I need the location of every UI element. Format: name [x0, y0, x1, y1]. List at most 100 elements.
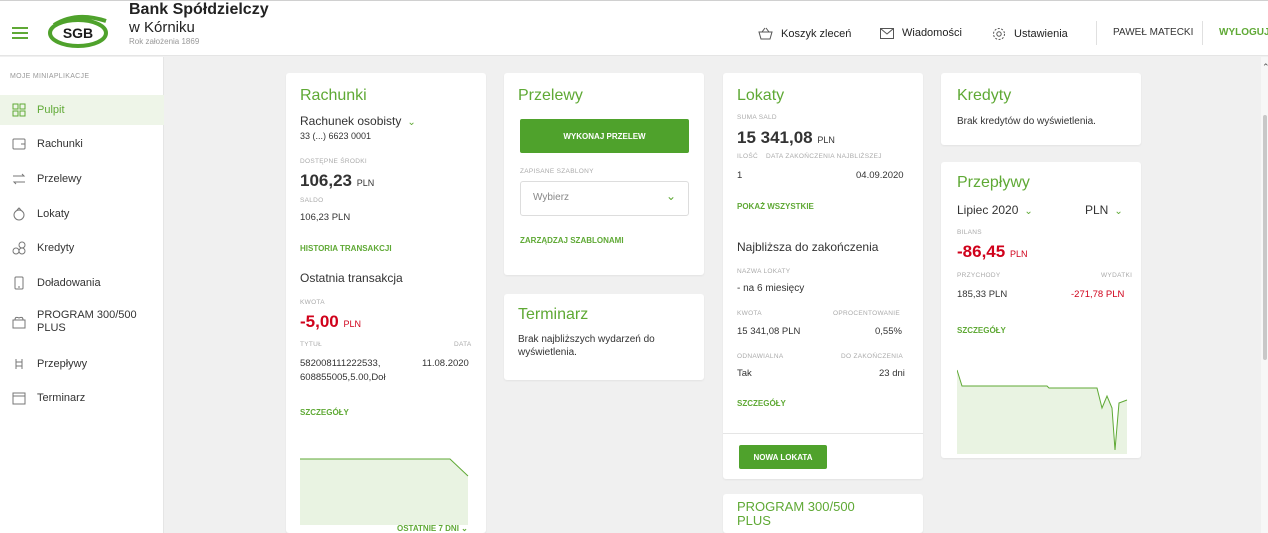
settings-link[interactable]: Ustawienia: [992, 27, 1068, 41]
sidebar-item-label: Pulpit: [37, 103, 65, 116]
sidebar-item-przeplywy[interactable]: Przepływy: [0, 349, 164, 379]
deposits-title: Lokaty: [737, 87, 785, 104]
cart-link[interactable]: Koszyk zleceń: [758, 27, 851, 40]
details-link[interactable]: SZCZEGÓŁY: [300, 408, 349, 417]
flows-details-link[interactable]: SZCZEGÓŁY: [957, 326, 1006, 335]
month-select[interactable]: Lipiec 2020 ⌄: [957, 203, 1033, 217]
new-deposit-button[interactable]: NOWA LOKATA: [739, 445, 827, 469]
logout-button[interactable]: WYLOGUJ: [1219, 27, 1268, 38]
program-title: PROGRAM 300/500 PLUS: [737, 499, 855, 528]
calendar-card: Terminarz Brak najbliższych wydarzeń do …: [504, 294, 704, 380]
account-name-select[interactable]: Rachunek osobisty ⌄: [300, 114, 416, 128]
sidebar-item-kredyty[interactable]: Kredyty: [0, 233, 164, 263]
renewable-label: ODNAWIALNA: [737, 353, 784, 360]
header-divider: [1202, 21, 1203, 45]
history-link[interactable]: HISTORIA TRANSAKCJI: [300, 244, 392, 253]
chevron-down-icon: ⌄: [665, 189, 676, 203]
menu-icon[interactable]: [12, 27, 28, 39]
sidebar-item-label: Rachunki: [37, 137, 83, 150]
accounts-card: Rachunki Rachunek osobisty ⌄ 33 (...) 662…: [286, 73, 486, 533]
sidebar-item-przelewy[interactable]: Przelewy: [0, 164, 164, 194]
dashboard-icon: [12, 103, 26, 117]
flows-card: Przepływy Lipiec 2020 ⌄ PLN ⌄ BILANS -86,4…: [941, 162, 1141, 458]
deposit-rate-label: OPROCENTOWANIE: [833, 310, 901, 317]
balance-label: SALDO: [300, 197, 324, 204]
sgb-logo[interactable]: SGB: [46, 13, 110, 49]
deposit-details-link[interactable]: SZCZEGÓŁY: [737, 399, 786, 408]
settings-label: Ustawienia: [1014, 28, 1068, 40]
card-divider: [723, 433, 923, 434]
calendar-empty-text: wyświetlenia.: [518, 347, 577, 358]
credits-title: Kredyty: [957, 87, 1012, 104]
template-select[interactable]: Wybierz ⌄: [520, 181, 689, 216]
sidebar-item-lokaty[interactable]: Lokaty: [0, 199, 164, 229]
sidebar-item-pulpit[interactable]: Pulpit: [0, 95, 164, 125]
calendar-icon: [12, 392, 26, 405]
bank-founding-year: Rok założenia 1869: [129, 37, 200, 46]
deposit-amount-value: 15 341,08 PLN: [737, 326, 801, 337]
chevron-down-icon: ⌄: [407, 117, 416, 128]
user-name: PAWEŁ MATECKI: [1113, 27, 1194, 38]
amount-label: KWOTA: [300, 299, 325, 306]
flows-balance-label: BILANS: [957, 229, 982, 236]
transaction-title: 582008111222533,: [300, 358, 381, 369]
execute-transfer-button[interactable]: WYKONAJ PRZELEW: [520, 119, 689, 153]
transfers-title: Przelewy: [518, 87, 583, 104]
show-all-link[interactable]: POKAŻ WSZYSTKIE: [737, 202, 814, 211]
accounts-title: Rachunki: [300, 87, 367, 104]
remaining-label: DO ZAKOŃCZENIA: [841, 353, 903, 360]
sidebar-item-rachunki[interactable]: Rachunki: [0, 129, 164, 159]
deposit-name-label: NAZWA LOKATY: [737, 268, 791, 275]
count-label: ILOŚĆ: [737, 153, 759, 160]
balance-chart: [300, 458, 469, 525]
flows-title: Przepływy: [957, 174, 1030, 191]
sidebar: MOJE MINIAPLIKACJE Pulpit Rachunki Przel…: [0, 57, 164, 533]
template-select-placeholder: Wybierz: [533, 192, 570, 203]
basket-icon: [758, 27, 773, 40]
messages-link[interactable]: Wiadomości: [880, 27, 962, 39]
sidebar-item-label: Przepływy: [37, 357, 88, 370]
income-label: PRZYCHODY: [957, 272, 1001, 279]
currency-select[interactable]: PLN ⌄: [1085, 203, 1123, 217]
envelope-icon: [880, 27, 894, 39]
gear-icon: [993, 28, 1005, 40]
sidebar-item-terminarz[interactable]: Terminarz: [0, 383, 164, 413]
income-value: 185,33 PLN: [957, 289, 1008, 300]
header-divider: [1096, 21, 1097, 45]
program-icon: [12, 316, 26, 329]
transaction-amount: -5,00 PLN: [300, 312, 361, 331]
credits-card: Kredyty Brak kredytów do wyświetlenia.: [941, 73, 1141, 145]
manage-templates-link[interactable]: ZARZĄDZAJ SZABLONAMI: [520, 236, 624, 245]
sidebar-item-doladowania[interactable]: Doładowania: [0, 268, 164, 298]
sidebar-item-label: Lokaty: [37, 207, 70, 220]
expense-label: WYDATKI: [1101, 272, 1133, 279]
nearest-end-label: DATA ZAKOŃCZENIA NAJBLIŻSZEJ: [766, 153, 882, 160]
scrollbar-thumb[interactable]: [1263, 115, 1267, 360]
flows-icon: [15, 359, 23, 369]
transaction-title: 608855005,5.00,Doł: [300, 372, 386, 383]
flows-chart: [957, 369, 1128, 454]
available-label: DOSTĘPNE ŚRODKI: [300, 158, 367, 165]
transfers-card: Przelewy WYKONAJ PRZELEW ZAPISANE SZABLO…: [504, 73, 704, 275]
deposit-rate-value: 0,55%: [875, 326, 902, 337]
templates-label: ZAPISANE SZABLONY: [520, 168, 594, 175]
nearest-end-value: 04.09.2020: [856, 170, 904, 181]
calendar-empty-text: Brak najbliższych wydarzeń do: [518, 334, 655, 345]
sidebar-item-program[interactable]: PROGRAM 300/500 PLUS: [0, 303, 164, 341]
svg-text:SGB: SGB: [63, 25, 93, 41]
accounts-icon: [12, 138, 26, 150]
cart-label: Koszyk zleceń: [781, 27, 852, 40]
flows-balance-amount: -86,45 PLN: [957, 242, 1028, 261]
top-header: SGB Bank Spółdzielczy w Kórniku Rok zało…: [0, 0, 1268, 56]
deposits-card: Lokaty SUMA SALD 15 341,08 PLN ILOŚĆ DAT…: [723, 73, 923, 479]
deposit-name-value: - na 6 miesięcy: [737, 283, 805, 294]
balance-value: 106,23 PLN: [300, 212, 351, 223]
scroll-up-icon[interactable]: ⌃: [1262, 62, 1268, 73]
period-select[interactable]: OSTATNIE 7 DNI ⌄: [397, 524, 468, 533]
chevron-down-icon: ⌄: [1114, 206, 1123, 217]
chevron-down-icon: ⌄: [461, 524, 468, 533]
sidebar-item-label: Przelewy: [37, 172, 82, 185]
sidebar-item-label: Doładowania: [37, 276, 101, 289]
bank-name: Bank Spółdzielczy: [129, 1, 269, 18]
deposit-amount-label: KWOTA: [737, 310, 762, 317]
